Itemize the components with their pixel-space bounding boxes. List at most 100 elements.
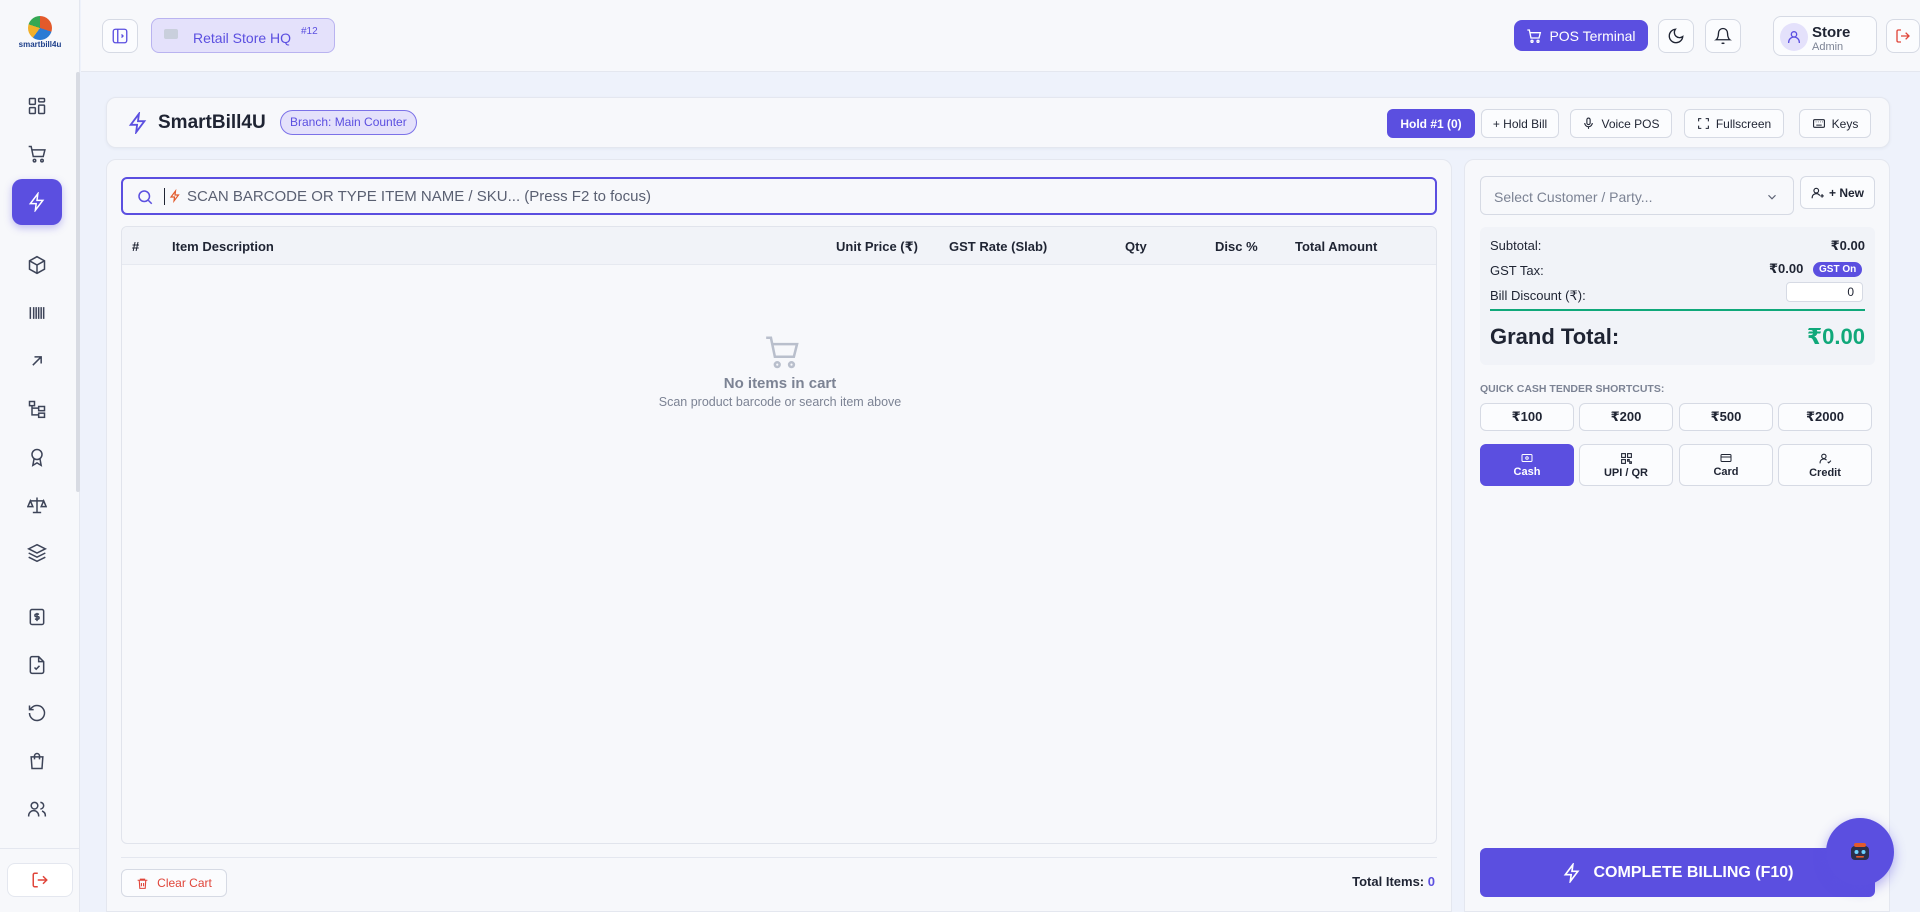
sidebar-item-categories[interactable]	[12, 386, 62, 432]
layers-icon	[27, 543, 47, 563]
sidebar-item-customers[interactable]	[12, 786, 62, 832]
bolt-icon	[28, 192, 45, 212]
sidebar-item-inventory[interactable]	[12, 530, 62, 576]
sidebar-item-products[interactable]	[12, 242, 62, 288]
empty-cart-subtitle: Scan product barcode or search item abov…	[658, 395, 902, 409]
sidebar-item-quotations[interactable]	[12, 642, 62, 688]
chevron-down-icon	[1768, 194, 1776, 200]
gst-label: GST Tax:	[1490, 263, 1544, 278]
payment-card-label: Card	[1713, 466, 1739, 478]
sidebar-item-dashboard[interactable]	[12, 83, 62, 129]
sidebar: smartbill4u	[0, 0, 80, 912]
hold-bill-button[interactable]: + Hold Bill	[1481, 109, 1559, 138]
cash-icon	[1521, 454, 1533, 462]
store-selector[interactable]: Retail Store HQ #12	[151, 18, 335, 53]
qr-code-icon	[1620, 452, 1632, 464]
sidebar-item-weighing[interactable]	[12, 482, 62, 528]
hold-slot-label: Hold #1 (0)	[1400, 116, 1462, 131]
user-name: Store	[1812, 24, 1851, 41]
sidebar-scrollbar[interactable]	[76, 72, 80, 492]
customer-select-placeholder: Select Customer / Party...	[1494, 189, 1653, 205]
payment-credit-button[interactable]: Credit	[1778, 444, 1872, 486]
sidebar-item-pos[interactable]	[12, 179, 62, 225]
total-items-label: Total Items:	[1352, 874, 1425, 889]
keys-label: Keys	[1831, 116, 1859, 131]
column-header-gst-rate: GST Rate (Slab)	[949, 239, 1048, 254]
notifications-button[interactable]	[1705, 19, 1741, 53]
gst-toggle-badge[interactable]: GST On	[1813, 262, 1863, 277]
clear-cart-button[interactable]: Clear Cart	[121, 869, 227, 897]
empty-cart-icon	[766, 336, 799, 369]
pos-terminal-button[interactable]: POS Terminal	[1514, 20, 1648, 51]
voice-pos-label: Voice POS	[1601, 116, 1660, 131]
customer-select[interactable]: Select Customer / Party...	[1480, 176, 1794, 215]
sidebar-item-barcodes[interactable]	[12, 290, 62, 336]
sidebar-item-reports[interactable]	[12, 338, 62, 384]
logout-icon	[32, 872, 48, 888]
payment-upi-button[interactable]: UPI / QR	[1579, 444, 1673, 486]
payment-card-button[interactable]: Card	[1679, 444, 1773, 486]
file-check-icon	[29, 655, 45, 675]
hold-slot-button[interactable]: Hold #1 (0)	[1387, 109, 1475, 138]
sidebar-item-loyalty[interactable]	[12, 434, 62, 480]
payment-upi-label: UPI / QR	[1603, 466, 1648, 479]
user-icon	[1788, 31, 1800, 43]
tender-500-button[interactable]: ₹500	[1679, 403, 1773, 431]
bill-summary: Subtotal: ₹0.00 GST Tax: ₹0.00 GST On Bi…	[1480, 227, 1875, 365]
award-icon	[31, 448, 43, 467]
voice-pos-button[interactable]: Voice POS	[1570, 109, 1672, 138]
cart-footer-divider	[121, 857, 1437, 858]
scale-icon	[27, 497, 47, 514]
quick-tender-title: QUICK CASH TENDER SHORTCUTS:	[1480, 383, 1665, 395]
branch-badge: Branch: Main Counter	[280, 110, 417, 135]
fullscreen-button[interactable]: Fullscreen	[1684, 109, 1784, 138]
gst-value: ₹0.00	[1769, 261, 1804, 276]
tender-100-button[interactable]: ₹100	[1480, 403, 1574, 431]
payment-cash-button[interactable]: Cash	[1480, 444, 1574, 486]
item-search-input[interactable]	[187, 184, 1417, 208]
tender-200-button[interactable]: ₹200	[1579, 403, 1673, 431]
column-header-index: #	[132, 239, 140, 254]
add-customer-button[interactable]: + New	[1800, 176, 1875, 209]
sidebar-item-invoices[interactable]	[12, 594, 62, 640]
refresh-icon	[28, 704, 46, 722]
arrow-up-right-icon	[32, 356, 42, 366]
sidebar-logout-button[interactable]	[7, 863, 73, 897]
complete-billing-button[interactable]: COMPLETE BILLING (F10)	[1480, 848, 1875, 897]
store-name: Retail Store HQ	[193, 30, 292, 46]
keys-button[interactable]: Keys	[1799, 109, 1871, 138]
dashboard-grid-icon	[28, 97, 46, 115]
logout-button[interactable]	[1886, 19, 1920, 53]
moon-icon	[1668, 28, 1684, 44]
cart-icon	[28, 145, 46, 163]
users-icon	[27, 801, 47, 817]
sidebar-item-purchases[interactable]	[12, 738, 62, 784]
item-search-box[interactable]	[121, 177, 1437, 215]
bill-discount-input[interactable]	[1786, 282, 1863, 302]
tender-2000-button[interactable]: ₹2000	[1778, 403, 1872, 431]
expand-icon	[1697, 118, 1709, 129]
hierarchy-icon	[28, 400, 46, 419]
barcode-icon	[29, 307, 45, 319]
payment-cash-label: Cash	[1513, 466, 1541, 478]
user-role: Admin	[1812, 41, 1844, 53]
theme-toggle-button[interactable]	[1658, 19, 1694, 53]
subtotal-label: Subtotal:	[1490, 238, 1542, 253]
box-icon	[28, 255, 46, 275]
page-title: SmartBill4U	[158, 112, 266, 133]
user-menu[interactable]: Store Admin	[1773, 16, 1877, 56]
search-icon	[138, 190, 153, 205]
sidebar-toggle-button[interactable]	[102, 19, 138, 53]
keyboard-icon	[1812, 119, 1825, 128]
sidebar-item-returns[interactable]	[12, 690, 62, 736]
empty-cart-title: No items in cart	[723, 375, 837, 392]
credit-card-icon	[1720, 454, 1732, 462]
app-logo[interactable]: smartbill4u	[16, 14, 64, 54]
column-header-qty: Qty	[1125, 239, 1147, 254]
logo-globe-icon	[28, 16, 52, 40]
pos-header: SmartBill4U Branch: Main Counter Hold #1…	[106, 97, 1890, 148]
sidebar-item-sales[interactable]	[12, 131, 62, 177]
discount-label: Bill Discount (₹):	[1490, 288, 1586, 303]
logout-icon	[1896, 29, 1910, 43]
assistant-bot-button[interactable]	[1826, 818, 1894, 886]
